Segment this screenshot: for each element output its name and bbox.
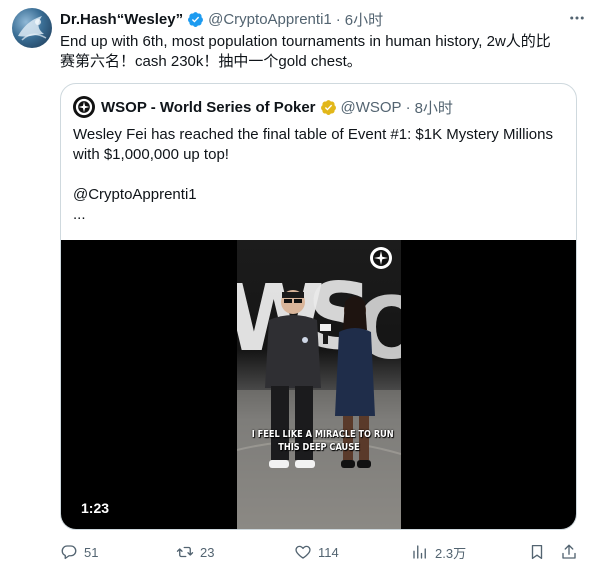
video-caption-line-2: THIS DEEP CAUSE — [278, 442, 360, 453]
video-still-image: W S O — [237, 247, 401, 529]
share-button[interactable] — [559, 542, 579, 562]
tweet-timestamp[interactable]: 6小时 — [345, 9, 383, 30]
retweet-icon — [176, 546, 194, 558]
wsop-avatar[interactable] — [73, 96, 95, 118]
retweet-button[interactable]: 23 — [176, 542, 214, 562]
tweet-text-line-1: End up with 6th, most population tournam… — [60, 33, 551, 50]
quote-ellipsis: ... — [73, 206, 86, 223]
tweet-text-line-2: 赛第六名！cash 230k！抽中一个gold chest。 — [60, 53, 362, 70]
quote-text: Wesley Fei has reached the final table o… — [73, 125, 568, 225]
gold-verified-badge-icon[interactable] — [320, 99, 337, 116]
tweet-header: Dr.Hash“Wesley” @CryptoApprenti1 · 6小时 — [60, 9, 383, 29]
tweet-text: End up with 6th, most population tournam… — [60, 32, 590, 72]
video-caption-line-1: I FEEL LIKE A MIRACLE TO RUN — [251, 429, 394, 440]
video-frame[interactable]: W S O — [237, 240, 401, 529]
more-dots-icon — [570, 16, 584, 20]
author-display-name[interactable]: Dr.Hash“Wesley” — [60, 11, 183, 28]
quoted-tweet-card[interactable]: WSOP - World Series of Poker @WSOP · 8小时… — [60, 83, 577, 530]
quote-separator: · — [405, 98, 411, 116]
retweet-count: 23 — [200, 544, 215, 560]
bookmark-icon — [531, 544, 543, 560]
quote-text-line-2: with $1,000,000 up top! — [73, 146, 229, 163]
video-caption: I FEEL LIKE A MIRACLE TO RUN THIS DEEP C… — [251, 428, 394, 454]
author-avatar[interactable] — [12, 8, 52, 48]
video-player[interactable]: W S O — [61, 240, 576, 529]
reply-icon — [61, 545, 77, 560]
like-count: 114 — [318, 544, 339, 560]
avatar-art — [18, 16, 47, 41]
views-count: 2.3万 — [435, 545, 467, 561]
views-icon — [413, 545, 426, 559]
reply-count: 51 — [84, 544, 99, 560]
tweet-action-bar: 51 23 114 2.3万 — [60, 542, 585, 562]
header-separator: · — [335, 10, 341, 28]
quote-display-name[interactable]: WSOP - World Series of Poker — [101, 99, 316, 116]
quote-mention[interactable]: @CryptoApprenti1 — [73, 185, 568, 205]
share-icon — [562, 544, 576, 559]
like-button[interactable]: 114 — [294, 542, 339, 562]
like-icon — [295, 545, 311, 559]
views-button[interactable]: 2.3万 — [411, 542, 466, 562]
more-options-button[interactable] — [567, 8, 587, 28]
wsop-logo-icon — [75, 98, 93, 116]
quote-text-line-1: Wesley Fei has reached the final table o… — [73, 126, 553, 143]
author-handle[interactable]: @CryptoApprenti1 — [208, 11, 332, 28]
quote-timestamp[interactable]: 8小时 — [415, 97, 453, 118]
bookmark-button[interactable] — [527, 542, 547, 562]
quote-handle[interactable]: @WSOP — [341, 99, 402, 116]
reply-button[interactable]: 51 — [60, 542, 98, 562]
video-duration: 1:23 — [81, 500, 110, 516]
verified-badge-icon[interactable] — [187, 11, 204, 28]
quote-header: WSOP - World Series of Poker @WSOP · 8小时 — [73, 96, 453, 118]
